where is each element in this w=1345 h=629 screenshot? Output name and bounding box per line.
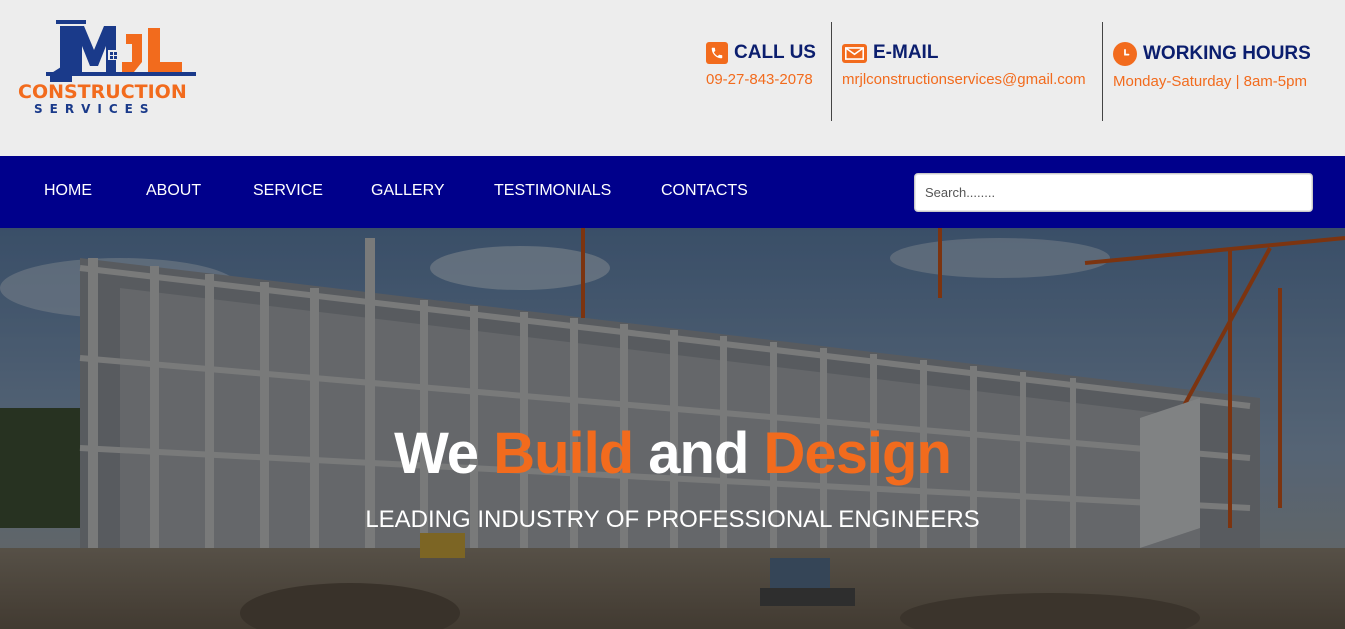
phone-icon bbox=[706, 42, 728, 64]
phone-number[interactable]: 09-27-843-2078 bbox=[706, 71, 816, 88]
hero-banner: We Build and Design LEADING INDUSTRY OF … bbox=[0, 228, 1345, 629]
search-input[interactable] bbox=[914, 173, 1313, 212]
nav-contacts[interactable]: CONTACTS bbox=[661, 182, 748, 200]
header-divider bbox=[1102, 22, 1103, 121]
main-nav: HOME ABOUT SERVICE GALLERY TESTIMONIALS … bbox=[0, 156, 1345, 228]
logo-wordmark: CONSTRUCTION bbox=[18, 81, 187, 103]
nav-gallery[interactable]: GALLERY bbox=[371, 182, 445, 200]
working-hours-value: Monday-Saturday | 8am-5pm bbox=[1113, 73, 1307, 90]
header-divider bbox=[831, 22, 832, 121]
nav-testimonials[interactable]: TESTIMONIALS bbox=[494, 182, 611, 200]
nav-home[interactable]: HOME bbox=[44, 182, 92, 200]
hero-subheadline: LEADING INDUSTRY OF PROFESSIONAL ENGINEE… bbox=[365, 506, 980, 533]
email-block: E-MAIL mrjlconstructionservices@gmail.co… bbox=[842, 22, 1086, 122]
call-us-block: CALL US 09-27-843-2078 bbox=[706, 22, 816, 122]
email-title: E-MAIL bbox=[873, 42, 939, 63]
hero-headline: We Build and Design bbox=[0, 416, 1345, 492]
site-logo[interactable]: CONSTRUCTION SERVICES bbox=[18, 20, 208, 120]
headline-build: Build bbox=[493, 421, 634, 486]
logo-subtitle: SERVICES bbox=[34, 102, 156, 116]
nav-service[interactable]: SERVICE bbox=[253, 182, 323, 200]
working-hours-block: WORKING HOURS Monday-Saturday | 8am-5pm bbox=[1113, 22, 1311, 122]
logo-mark-icon bbox=[46, 20, 196, 82]
clock-icon bbox=[1113, 42, 1137, 66]
working-hours-title: WORKING HOURS bbox=[1143, 43, 1311, 64]
email-address[interactable]: mrjlconstructionservices@gmail.com bbox=[842, 71, 1086, 88]
headline-and: and bbox=[633, 421, 764, 486]
call-us-title: CALL US bbox=[734, 42, 816, 63]
headline-we: We bbox=[394, 421, 494, 486]
site-header: CONSTRUCTION SERVICES CALL US 09-27-843-… bbox=[0, 0, 1345, 156]
envelope-icon bbox=[842, 43, 867, 63]
nav-about[interactable]: ABOUT bbox=[146, 182, 201, 200]
headline-design: Design bbox=[763, 421, 952, 486]
